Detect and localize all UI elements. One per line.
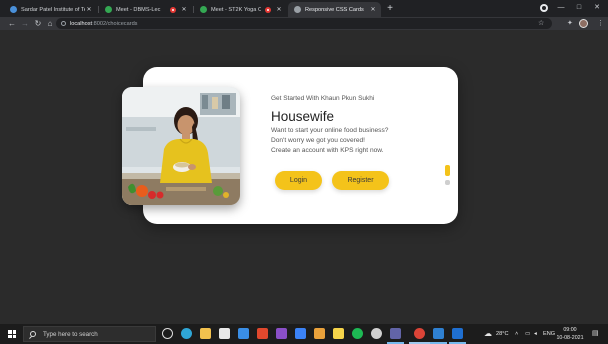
home-button[interactable]: ⌂ [44, 17, 56, 30]
close-tab-icon[interactable]: ✕ [85, 6, 93, 13]
tab-title: Responsive CSS Cards [305, 6, 364, 13]
card-title: Housewife [271, 109, 335, 124]
browser-toolbar: ← → ↻ ⌂ localhost :8002/choicecards ☆ ✦ … [0, 17, 608, 30]
slider-dot[interactable] [445, 180, 450, 185]
cortana-icon[interactable] [162, 328, 173, 339]
todo-icon[interactable] [295, 328, 306, 339]
close-window-button[interactable]: ✕ [588, 2, 606, 14]
slider-dot-active[interactable] [445, 165, 450, 176]
url-host: localhost [70, 20, 93, 27]
teams-icon[interactable] [390, 328, 401, 339]
card-description-line: Create an account with KPS right now. [271, 147, 384, 154]
slack-icon[interactable] [314, 328, 325, 339]
tab-strip: Sardar Patel Institute of Technolo ✕ Mee… [0, 0, 608, 17]
github-icon[interactable] [371, 328, 382, 339]
taskbar-clock[interactable]: 09:00 10-08-2021 [555, 326, 585, 342]
woman-cooking-illustration [122, 87, 240, 205]
tab-meet-yoga[interactable]: Meet - ST2K Yoga Course ✕ [194, 2, 287, 17]
address-bar[interactable]: localhost :8002/choicecards [56, 18, 552, 29]
vscode-icon[interactable] [433, 328, 444, 339]
card-description-line: Don't worry we got you covered! [271, 137, 365, 144]
tab-title: Meet - DBMS-Lec [116, 6, 161, 13]
extensions-puzzle-icon[interactable]: ✦ [567, 17, 573, 30]
sticky-notes-icon[interactable] [333, 328, 344, 339]
back-button[interactable]: ← [6, 17, 18, 30]
meet-favicon-icon [105, 6, 112, 13]
profile-avatar[interactable] [579, 19, 588, 28]
card-description-line: Want to start your online food business? [271, 127, 389, 134]
minimize-button[interactable]: — [552, 2, 570, 14]
media-control-icon[interactable] [540, 4, 548, 12]
spotify-icon[interactable] [352, 328, 363, 339]
temperature-label[interactable]: 28°C [496, 324, 509, 344]
forward-button[interactable]: → [19, 17, 31, 30]
edge-icon[interactable] [181, 328, 192, 339]
close-tab-icon[interactable]: ✕ [369, 6, 377, 13]
windows-start-icon[interactable] [8, 330, 16, 338]
tab-responsive-css-cards[interactable]: Responsive CSS Cards ✕ [288, 2, 381, 17]
browser-window: Sardar Patel Institute of Technolo ✕ Mee… [0, 0, 608, 344]
globe-favicon-icon [294, 6, 301, 13]
maximize-button[interactable]: □ [570, 2, 588, 14]
bookmark-star-icon[interactable]: ☆ [538, 17, 544, 30]
search-icon [30, 331, 36, 337]
windows-taskbar: Type here to search ☁ 28°C ˄ ▭ ◂ ENG 09:… [0, 324, 608, 344]
clock-time: 09:00 [563, 327, 577, 333]
onenote-icon[interactable] [276, 328, 287, 339]
network-icon[interactable]: ▭ [525, 324, 530, 344]
site-favicon-icon [10, 6, 17, 13]
notification-center-icon[interactable]: ▤ [592, 324, 599, 344]
search-placeholder: Type here to search [43, 330, 98, 338]
housewife-photo [122, 87, 240, 205]
outlook-icon[interactable] [452, 328, 463, 339]
url-path: :8002/choicecards [92, 20, 138, 27]
tab-title: Meet - ST2K Yoga Course [211, 6, 261, 13]
file-explorer-icon[interactable] [200, 328, 211, 339]
clock-date: 10-08-2021 [556, 335, 584, 341]
tab-meet-dbms[interactable]: Meet - DBMS-Lec ✕ [99, 2, 192, 17]
reload-button[interactable]: ↻ [32, 17, 44, 30]
taskbar-search-input[interactable]: Type here to search [23, 326, 156, 342]
new-tab-button[interactable]: + [385, 4, 395, 14]
card-subtitle: Get Started With Khaun Pkun Sukhi [271, 95, 375, 102]
register-button[interactable]: Register [332, 171, 389, 190]
tab-sardar-patel[interactable]: Sardar Patel Institute of Technolo ✕ [4, 2, 97, 17]
store-icon[interactable] [219, 328, 230, 339]
site-info-icon[interactable] [61, 21, 66, 26]
office-icon[interactable] [257, 328, 268, 339]
close-tab-icon[interactable]: ✕ [275, 6, 283, 13]
volume-icon[interactable]: ◂ [534, 324, 537, 344]
mail-icon[interactable] [238, 328, 249, 339]
login-button[interactable]: Login [275, 171, 322, 190]
recording-indicator-icon [265, 6, 271, 13]
tab-title: Sardar Patel Institute of Technolo [21, 6, 85, 13]
meet-favicon-icon [200, 6, 207, 13]
tray-chevron-icon[interactable]: ˄ [515, 324, 518, 344]
recording-indicator-icon [170, 6, 176, 13]
close-tab-icon[interactable]: ✕ [180, 6, 188, 13]
weather-cloud-icon[interactable]: ☁ [484, 324, 492, 344]
menu-kebab-icon[interactable]: ⋮ [597, 17, 604, 30]
language-indicator[interactable]: ENG [543, 324, 555, 344]
chrome-icon[interactable] [414, 328, 425, 339]
